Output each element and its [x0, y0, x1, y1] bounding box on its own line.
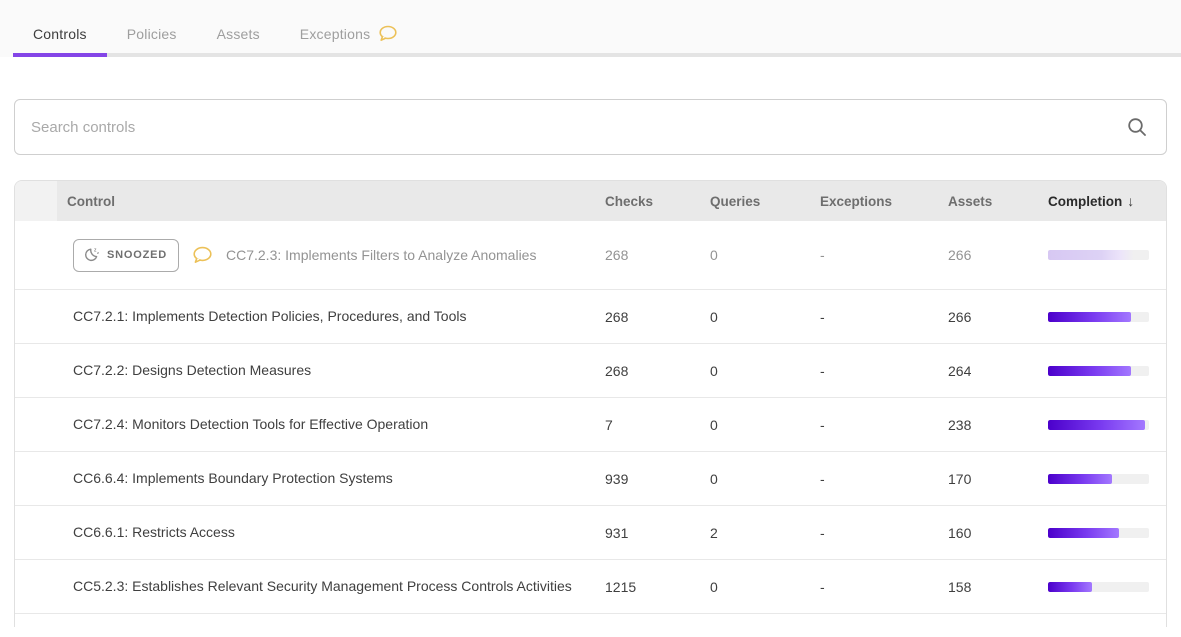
- assets-value: 158: [938, 579, 1033, 595]
- completion-bar: [1048, 420, 1149, 430]
- exceptions-value: -: [808, 525, 938, 541]
- checks-value: 1215: [593, 579, 698, 595]
- control-title: CC7.2.4: Monitors Detection Tools for Ef…: [73, 414, 428, 435]
- checks-value: 939: [593, 471, 698, 487]
- search-input[interactable]: [15, 100, 1126, 154]
- control-title: CC7.2.2: Designs Detection Measures: [73, 360, 311, 381]
- table-body: z z SNOOZED CC7.2.3: Implements Filters …: [15, 221, 1166, 627]
- completion-bar: [1048, 250, 1149, 260]
- table-header: Control Checks Queries Exceptions Assets…: [15, 181, 1166, 221]
- completion-bar-fill: [1048, 250, 1134, 260]
- completion-bar-fill: [1048, 582, 1092, 592]
- exceptions-value: -: [808, 417, 938, 433]
- comment-bubble-icon: [378, 25, 398, 42]
- completion-bar: [1048, 528, 1149, 538]
- completion-bar: [1048, 366, 1149, 376]
- svg-text:z: z: [97, 250, 99, 255]
- sort-desc-icon: ↓: [1127, 193, 1134, 209]
- tab-assets[interactable]: Assets: [197, 14, 280, 53]
- queries-value: 0: [698, 363, 808, 379]
- table-row[interactable]: CC6.6.1: Restricts Access 931 2 - 160: [15, 505, 1166, 559]
- checks-value: 268: [593, 309, 698, 325]
- exceptions-value: -: [808, 309, 938, 325]
- snoozed-badge: z z SNOOZED: [73, 239, 179, 272]
- tab-policies[interactable]: Policies: [107, 14, 197, 53]
- exceptions-value: -: [808, 471, 938, 487]
- table-row[interactable]: CC5.2.3: Establishes Relevant Security M…: [15, 559, 1166, 613]
- exceptions-value: -: [808, 363, 938, 379]
- checks-value: 931: [593, 525, 698, 541]
- queries-value: 0: [698, 579, 808, 595]
- col-header-exceptions[interactable]: Exceptions: [808, 194, 938, 209]
- completion-bar: [1048, 312, 1149, 322]
- exceptions-value: -: [808, 247, 938, 263]
- completion-bar-fill: [1048, 528, 1119, 538]
- table-row-partial[interactable]: [15, 613, 1166, 627]
- snoozed-badge-label: SNOOZED: [107, 245, 167, 266]
- queries-value: 2: [698, 525, 808, 541]
- col-header-completion-label: Completion: [1048, 194, 1122, 209]
- table-row[interactable]: z z SNOOZED CC7.2.3: Implements Filters …: [15, 221, 1166, 289]
- control-title: CC6.6.4: Implements Boundary Protection …: [73, 468, 393, 489]
- snooze-moon-icon: z z: [83, 247, 100, 263]
- queries-value: 0: [698, 247, 808, 263]
- tab-assets-label: Assets: [217, 26, 260, 42]
- assets-value: 266: [938, 247, 1033, 263]
- tab-exceptions[interactable]: Exceptions: [280, 14, 418, 53]
- control-title: CC7.2.3: Implements Filters to Analyze A…: [226, 245, 536, 266]
- tab-exceptions-label: Exceptions: [300, 26, 370, 42]
- completion-bar-fill: [1048, 366, 1131, 376]
- controls-table: Control Checks Queries Exceptions Assets…: [14, 180, 1167, 627]
- assets-value: 170: [938, 471, 1033, 487]
- queries-value: 0: [698, 309, 808, 325]
- checks-value: 268: [593, 363, 698, 379]
- search-box: [14, 99, 1167, 155]
- completion-bar-fill: [1048, 474, 1112, 484]
- comment-bubble-icon[interactable]: [192, 246, 213, 264]
- queries-value: 0: [698, 417, 808, 433]
- control-title: CC5.2.3: Establishes Relevant Security M…: [73, 576, 572, 597]
- completion-bar-fill: [1048, 420, 1145, 430]
- tab-controls-label: Controls: [33, 26, 87, 42]
- col-header-queries[interactable]: Queries: [698, 194, 808, 209]
- checks-value: 268: [593, 247, 698, 263]
- tabs-bar: Controls Policies Assets Exceptions: [0, 0, 1181, 57]
- tab-policies-label: Policies: [127, 26, 177, 42]
- completion-bar: [1048, 474, 1149, 484]
- col-header-assets[interactable]: Assets: [938, 194, 1033, 209]
- table-row[interactable]: CC7.2.2: Designs Detection Measures 268 …: [15, 343, 1166, 397]
- queries-value: 0: [698, 471, 808, 487]
- control-title: CC6.6.1: Restricts Access: [73, 522, 235, 543]
- assets-value: 264: [938, 363, 1033, 379]
- completion-bar: [1048, 582, 1149, 592]
- col-header-completion[interactable]: Completion ↓: [1033, 193, 1166, 209]
- table-row[interactable]: CC7.2.1: Implements Detection Policies, …: [15, 289, 1166, 343]
- col-header-control[interactable]: Control: [57, 194, 593, 209]
- assets-value: 238: [938, 417, 1033, 433]
- col-header-checks[interactable]: Checks: [593, 194, 698, 209]
- search-icon[interactable]: [1126, 116, 1148, 138]
- table-row[interactable]: CC7.2.4: Monitors Detection Tools for Ef…: [15, 397, 1166, 451]
- checks-value: 7: [593, 417, 698, 433]
- completion-bar-fill: [1048, 312, 1131, 322]
- assets-value: 266: [938, 309, 1033, 325]
- table-row[interactable]: CC6.6.4: Implements Boundary Protection …: [15, 451, 1166, 505]
- header-gutter: [15, 181, 57, 221]
- exceptions-value: -: [808, 579, 938, 595]
- assets-value: 160: [938, 525, 1033, 541]
- control-title: CC7.2.1: Implements Detection Policies, …: [73, 306, 467, 327]
- tab-controls[interactable]: Controls: [13, 14, 107, 53]
